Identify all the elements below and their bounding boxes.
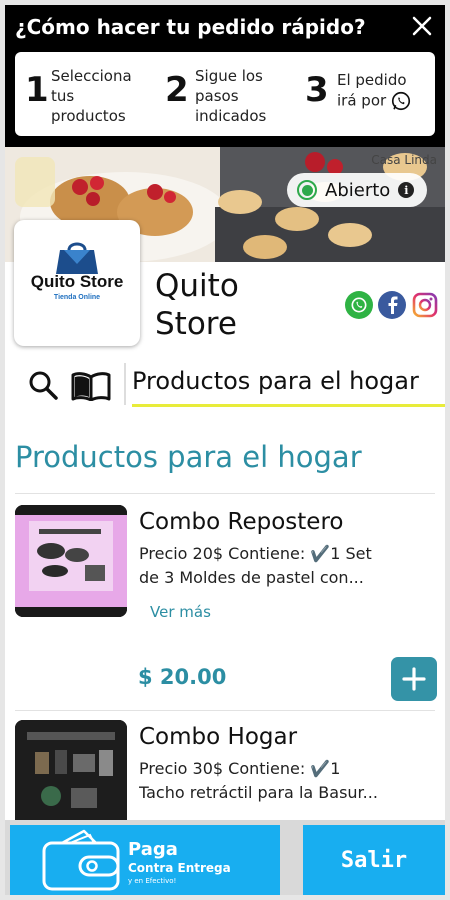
category-select[interactable]: Productos para el hogar — [132, 367, 445, 407]
step-number: 1 — [25, 70, 49, 110]
product-image[interactable] — [15, 720, 127, 832]
product-price: $ 20.00 — [138, 665, 227, 689]
step-text: Selecciona tus productos — [51, 67, 132, 125]
store-status-badge[interactable]: Abierto i — [287, 173, 427, 207]
product-image[interactable] — [15, 505, 127, 617]
pay-note: y en Efectivo! — [128, 877, 177, 885]
pay-title: Paga — [128, 839, 178, 860]
description-line: de 3 Moldes de pastel con... — [139, 568, 364, 587]
guide-step-2: 2 Sigue los pasos indicados — [165, 62, 300, 126]
cover-watermark: Casa Linda — [371, 153, 437, 167]
open-status-icon — [297, 180, 317, 200]
step-text: Sigue los pasos indicados — [195, 67, 267, 125]
catalog-book-icon[interactable] — [71, 371, 111, 405]
close-icon[interactable] — [411, 15, 433, 37]
add-to-cart-button[interactable] — [391, 657, 437, 701]
product-name[interactable]: Combo Hogar — [139, 724, 297, 750]
store-logo: Quito Store Tienda Online — [14, 220, 140, 346]
guide-title: ¿Cómo hacer tu pedido rápido? — [15, 15, 366, 39]
pay-subtitle: Contra Entrega — [128, 861, 231, 875]
step-text: El pedido irá por — [337, 70, 433, 112]
social-links — [345, 291, 439, 319]
search-icon[interactable] — [27, 369, 59, 405]
step-number: 2 — [165, 70, 189, 110]
wallet-icon — [42, 829, 120, 891]
description-line: Tacho retráctil para la Basur... — [139, 783, 378, 802]
facebook-icon[interactable] — [378, 291, 406, 319]
guide-step-3: 3 El pedido irá por — [305, 62, 435, 126]
description-line: Precio 30$ Contiene: ✔️1 — [139, 759, 341, 778]
description-line: Precio 20$ Contiene: ✔️1 Set — [139, 544, 372, 563]
divider — [15, 493, 435, 494]
guide-steps: 1 Selecciona tus productos 2 Sigue los p… — [15, 52, 435, 136]
product-description: Precio 20$ Contiene: ✔️1 Set de 3 Moldes… — [139, 542, 439, 590]
divider — [124, 363, 126, 405]
step-number: 3 — [305, 70, 329, 110]
instagram-icon[interactable] — [411, 291, 439, 319]
bottom-action-bar: Paga Contra Entrega y en Efectivo! Salir — [5, 820, 445, 895]
logo-name: Quito Store — [30, 272, 124, 291]
info-icon[interactable]: i — [398, 182, 415, 198]
plus-icon — [402, 667, 426, 691]
see-more-link[interactable]: Ver más — [150, 603, 211, 621]
whatsapp-icon[interactable] — [345, 291, 373, 319]
product-description: Precio 30$ Contiene: ✔️1 Tacho retráctil… — [139, 757, 439, 805]
exit-button[interactable]: Salir — [303, 825, 445, 895]
logo-tagline: Tienda Online — [53, 294, 101, 301]
store-name: Quito Store — [155, 268, 239, 342]
product-name[interactable]: Combo Repostero — [139, 509, 343, 535]
divider — [15, 710, 435, 711]
shopping-bag-icon — [56, 242, 98, 274]
app-screen: ¿Cómo hacer tu pedido rápido? 1 Seleccio… — [5, 5, 445, 895]
order-guide-banner: ¿Cómo hacer tu pedido rápido? 1 Seleccio… — [5, 5, 445, 147]
status-label: Abierto — [325, 179, 391, 201]
whatsapp-icon — [390, 90, 412, 112]
section-title: Productos para el hogar — [15, 440, 362, 474]
guide-step-1: 1 Selecciona tus productos — [25, 62, 160, 126]
cash-on-delivery-button[interactable]: Paga Contra Entrega y en Efectivo! — [10, 825, 280, 895]
